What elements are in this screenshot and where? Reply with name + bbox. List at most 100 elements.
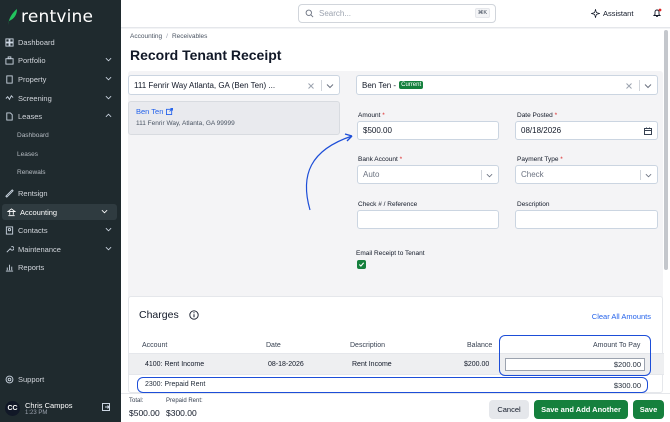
prepaid-rent-value: $300.00	[166, 408, 197, 418]
dashboard-icon	[5, 37, 14, 47]
rentvine-logo[interactable]: rentvine	[6, 7, 93, 27]
sidebar-item-screening[interactable]: Screening	[0, 90, 121, 106]
total-value: $500.00	[129, 408, 160, 418]
amount-to-pay-highlight	[499, 335, 651, 376]
clear-icon[interactable]	[625, 82, 633, 90]
sidebar-item-label: Screening	[18, 93, 52, 103]
sidebar-item-reports[interactable]: Reports	[0, 259, 121, 275]
contacts-icon	[5, 225, 14, 235]
prepaid-rent-row: 2300: Prepaid Rent $300.00	[137, 377, 648, 393]
sidebar-item-label: Reports	[18, 262, 45, 272]
sidebar-item-dashboard[interactable]: Dashboard	[0, 34, 121, 50]
sidebar-item-property[interactable]: Property	[0, 71, 121, 87]
sidebar-subitem-renewals[interactable]: Renewals	[0, 164, 121, 180]
email-receipt-checkbox[interactable]	[357, 260, 366, 269]
row-account: 4100: Rent Income	[145, 361, 205, 368]
sidebar-item-portfolio[interactable]: Portfolio	[0, 52, 121, 68]
chevron-down-icon	[105, 227, 112, 232]
sidebar-subitem-leases[interactable]: Leases	[0, 146, 121, 162]
building-icon	[5, 74, 14, 84]
clear-icon[interactable]	[307, 82, 315, 90]
wrench-icon	[5, 245, 14, 254]
sidebar-item-label: Renewals	[17, 168, 46, 176]
chart-icon	[5, 263, 14, 272]
date-posted-label: Date Posted *	[517, 112, 558, 119]
brand-name: rentvine	[21, 7, 94, 27]
scrollbar[interactable]	[664, 30, 668, 270]
bank-account-label: Bank Account *	[358, 156, 403, 163]
property-select[interactable]: 111 Fenrir Way Atlanta, GA (Ben Ten) ...	[128, 75, 340, 95]
bank-account-value: Auto	[363, 170, 380, 179]
tenant-select-value: Ben Ten -	[362, 80, 397, 90]
sidebar-item-label: Property	[18, 74, 47, 84]
search-placeholder: Search...	[319, 9, 352, 18]
sidebar-item-label: Accounting	[20, 207, 58, 217]
support-icon	[5, 375, 14, 384]
tenant-name: Ben Ten	[136, 107, 164, 116]
row-date: 08-18-2026	[268, 361, 304, 368]
file-icon	[5, 111, 14, 121]
amount-value: $500.00	[363, 126, 392, 135]
sidebar-item-label: Dashboard	[17, 131, 49, 139]
assistant-button[interactable]: Assistant	[591, 9, 633, 18]
sidebar-item-label: Contacts	[18, 225, 48, 235]
sidebar-item-leases[interactable]: Leases	[0, 108, 121, 124]
search-shortcut: ⌘K	[474, 8, 490, 18]
tenant-select[interactable]: Ben Ten - Current	[356, 75, 658, 95]
calendar-icon[interactable]	[644, 127, 652, 135]
breadcrumb-accounting[interactable]: Accounting	[130, 33, 162, 40]
chevron-down-icon[interactable]	[326, 82, 334, 90]
save-and-add-another-button[interactable]: Save and Add Another	[534, 400, 628, 419]
chevron-down-icon[interactable]	[644, 82, 652, 90]
bank-account-select[interactable]: Auto	[357, 165, 499, 184]
footer-bar: Total: $500.00 Prepaid Rent: $300.00 Can…	[121, 393, 670, 422]
amount-label: Amount *	[358, 112, 385, 119]
search-input[interactable]: Search... ⌘K	[298, 4, 496, 23]
description-input[interactable]	[515, 210, 658, 229]
sidebar-item-maintenance[interactable]: Maintenance	[0, 241, 121, 257]
cancel-button[interactable]: Cancel	[489, 400, 529, 419]
logout-icon[interactable]	[102, 403, 110, 411]
chevron-down-icon	[105, 246, 112, 251]
check-reference-input[interactable]	[357, 210, 499, 229]
tenant-card: Ben Ten 111 Fenrir Way, Atlanta, GA 9999…	[128, 101, 340, 135]
leaf-logo-icon	[8, 9, 17, 25]
prepaid-amount: $300.00	[613, 381, 641, 390]
check-icon	[358, 262, 365, 267]
description-label: Description	[517, 201, 550, 208]
row-balance: $200.00	[464, 361, 490, 368]
chevron-down-icon	[105, 76, 112, 81]
sidebar-item-label: Dashboard	[18, 37, 55, 47]
breadcrumb-receivables[interactable]: Receivables	[172, 33, 207, 40]
email-receipt-label: Email Receipt to Tenant	[356, 250, 425, 257]
bell-icon[interactable]	[652, 8, 662, 18]
chevron-down-icon	[105, 57, 112, 62]
sidebar-item-contacts[interactable]: Contacts	[0, 222, 121, 238]
sparkle-icon	[591, 9, 600, 18]
sidebar-item-support[interactable]: Support	[0, 371, 121, 387]
sidebar-item-label: Leases	[18, 111, 43, 121]
sidebar-subitem-lease-dashboard[interactable]: Dashboard	[0, 127, 121, 143]
user-name: Chris Campos	[25, 400, 73, 410]
user-profile[interactable]: CC Chris Campos 1:23 PM	[0, 394, 121, 422]
sidebar-item-label: Rentsign	[18, 188, 48, 198]
payment-type-select[interactable]: Check	[515, 165, 658, 184]
date-posted-input[interactable]: 08/18/2026	[515, 121, 658, 140]
screening-icon	[5, 94, 14, 103]
page-title: Record Tenant Receipt	[130, 47, 282, 63]
prepaid-rent-label: Prepaid Rent:	[166, 398, 203, 404]
status-badge: Current	[399, 81, 424, 89]
save-button[interactable]: Save	[633, 400, 664, 419]
column-header-balance: Balance	[467, 342, 493, 349]
tenant-link[interactable]: Ben Ten	[136, 107, 332, 116]
portfolio-icon	[5, 55, 14, 65]
external-link-icon	[166, 108, 174, 115]
prepaid-account: 2300: Prepaid Rent	[145, 381, 206, 388]
info-icon[interactable]	[189, 310, 199, 320]
clear-all-amounts-link[interactable]: Clear All Amounts	[592, 312, 651, 321]
amount-input[interactable]: $500.00	[357, 121, 499, 140]
property-select-value: 111 Fenrir Way Atlanta, GA (Ben Ten) ...	[134, 80, 276, 90]
sidebar-item-accounting[interactable]: Accounting	[2, 204, 117, 220]
sidebar-item-rentsign[interactable]: Rentsign	[0, 185, 121, 201]
payment-type-label: Payment Type *	[517, 156, 563, 163]
